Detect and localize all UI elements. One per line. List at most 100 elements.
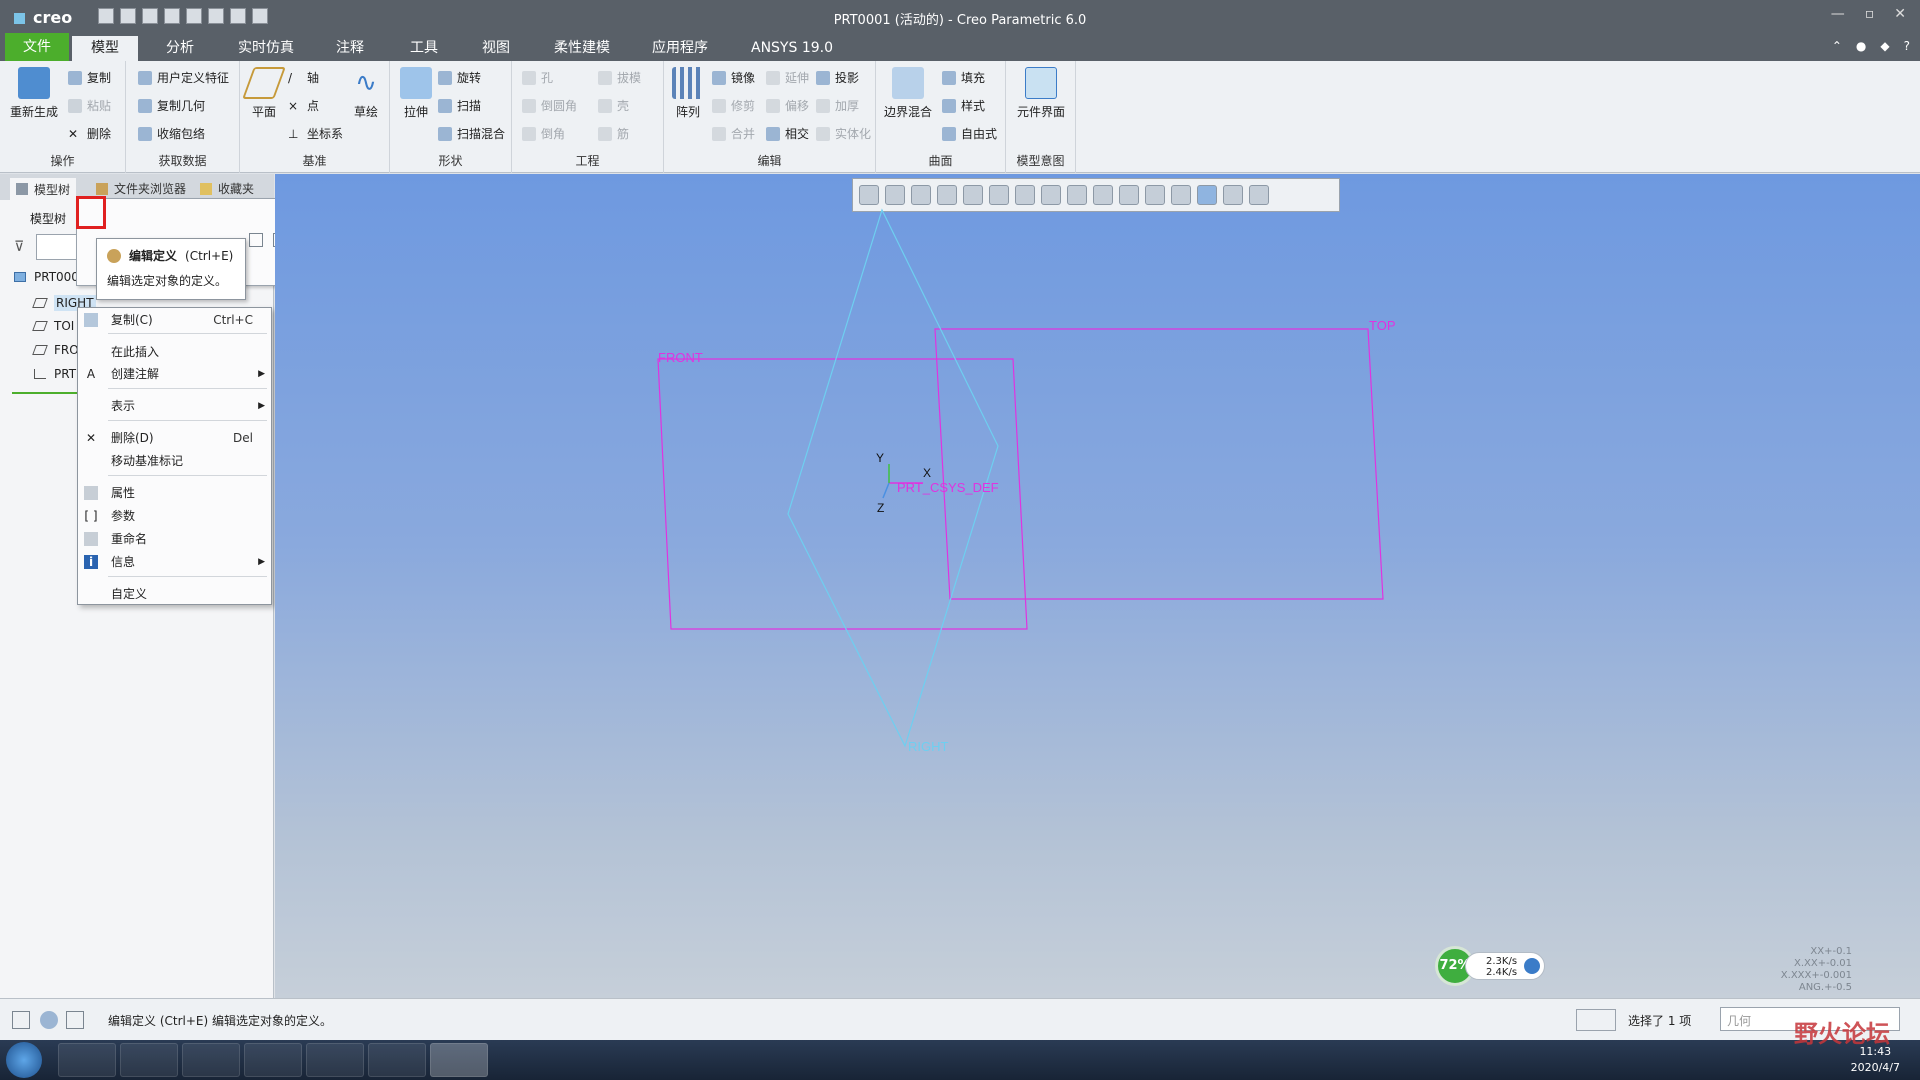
component-interface-button[interactable]: 元件界面 <box>1012 67 1070 120</box>
style-button[interactable]: 样式 <box>942 97 985 114</box>
menu-copy[interactable]: 复制(C) Ctrl+C <box>78 310 271 330</box>
tree-item-part[interactable]: PRT000 <box>14 270 79 284</box>
menu-insert-here[interactable]: 在此插入 <box>78 342 271 362</box>
csys-label[interactable]: PRT_CSYS_DEF <box>897 480 999 495</box>
group-label[interactable]: 模型意图 <box>1006 152 1075 169</box>
paste-button[interactable]: 粘贴 <box>68 97 111 114</box>
menu-create-annotation[interactable]: A 创建注解 ▶ <box>78 364 271 384</box>
group-label[interactable]: 形状 <box>390 152 511 169</box>
plane-button[interactable]: 平面 <box>242 67 286 120</box>
delete-button[interactable]: ✕ 删除 <box>68 125 111 142</box>
plus-icon[interactable] <box>1524 958 1540 974</box>
tab-file[interactable]: 文件 <box>5 33 69 61</box>
creo-taskbar-icon[interactable] <box>430 1043 488 1077</box>
navigator-toggle-icon[interactable] <box>12 1011 30 1029</box>
tab-annotate[interactable]: 注释 <box>322 36 378 61</box>
copy-geometry-button[interactable]: 复制几何 <box>138 97 205 114</box>
tab-favorites[interactable]: 收藏夹 <box>200 180 254 197</box>
tab-applications[interactable]: 应用程序 <box>640 36 720 61</box>
tab-flexible[interactable]: 柔性建模 <box>544 36 620 61</box>
tab-view[interactable]: 视图 <box>468 36 524 61</box>
group-label[interactable]: 曲面 <box>876 152 1005 169</box>
menu-delete[interactable]: ✕ 删除(D) Del <box>78 428 271 448</box>
point-button[interactable]: × 点 <box>288 97 319 114</box>
group-label[interactable]: 基准 <box>240 152 389 169</box>
group-label[interactable]: 编辑 <box>664 152 875 169</box>
close-button[interactable]: ✕ <box>1894 6 1906 22</box>
learning-icon[interactable]: ◆ <box>1880 39 1889 53</box>
hole-button[interactable]: 孔 <box>522 69 553 86</box>
extrude-button[interactable]: 拉伸 <box>396 67 436 120</box>
round-button[interactable]: 倒圆角 <box>522 97 577 114</box>
acrobat-taskbar-icon[interactable] <box>368 1043 426 1077</box>
right-plane[interactable] <box>787 208 999 748</box>
rib-button[interactable]: 筋 <box>598 125 629 142</box>
menu-parameters[interactable]: [ ] 参数 <box>78 506 271 526</box>
boundary-blend-button[interactable]: 边界混合 <box>880 67 936 120</box>
wechat-taskbar-icon[interactable] <box>244 1043 302 1077</box>
group-label[interactable]: 操作 <box>0 152 125 169</box>
group-label[interactable]: 获取数据 <box>126 152 239 169</box>
project-button[interactable]: 投影 <box>816 69 859 86</box>
tab-ansys[interactable]: ANSYS 19.0 <box>744 36 840 61</box>
tab-folder-browser[interactable]: 文件夹浏览器 <box>96 180 186 197</box>
solidify-button[interactable]: 实体化 <box>816 125 871 142</box>
pattern-button[interactable]: 阵列 <box>670 67 706 120</box>
shrinkwrap-button[interactable]: 收缩包络 <box>138 125 205 142</box>
csys-button[interactable]: ⊥ 坐标系 <box>288 125 343 142</box>
shell-button[interactable]: 壳 <box>598 97 629 114</box>
graphics-window[interactable]: TOP FRONT RIGHT PRT_CSYS_DEF X Y Z 72% 2… <box>275 174 1920 998</box>
swept-blend-button[interactable]: 扫描混合 <box>438 125 505 142</box>
mirror-button[interactable]: 镜像 <box>712 69 755 86</box>
udf-button[interactable]: 用户定义特征 <box>138 69 229 86</box>
tree-item-top[interactable]: TOI <box>32 319 74 333</box>
explorer-taskbar-icon[interactable] <box>120 1043 178 1077</box>
tree-item-csys[interactable]: PRT <box>34 367 76 381</box>
help-icon[interactable]: ? <box>1904 39 1910 53</box>
menu-display[interactable]: 表示 ▶ <box>78 396 271 416</box>
fill-button[interactable]: 填充 <box>942 69 985 86</box>
menu-move-datum-tag[interactable]: 移动基准标记 <box>78 451 271 471</box>
revolve-button[interactable]: 旋转 <box>438 69 481 86</box>
offset-button[interactable]: 偏移 <box>766 97 809 114</box>
regenerate-button[interactable]: 重新生成 <box>8 67 60 120</box>
menu-customize[interactable]: 自定义 <box>78 584 271 604</box>
tab-model[interactable]: 模型 <box>72 36 138 61</box>
menu-info[interactable]: i 信息 ▶ <box>78 552 271 572</box>
merge-button[interactable]: 合并 <box>712 125 755 142</box>
minimize-button[interactable]: — <box>1831 6 1845 22</box>
collapse-ribbon-icon[interactable]: ⌃ <box>1832 39 1842 53</box>
view-icon[interactable] <box>249 233 263 247</box>
axis-button[interactable]: / 轴 <box>288 69 319 86</box>
copy-button[interactable]: 复制 <box>68 69 111 86</box>
word-taskbar-icon[interactable] <box>306 1043 364 1077</box>
tree-item-front[interactable]: FRO <box>32 343 79 357</box>
top-label[interactable]: TOP <box>1369 318 1396 333</box>
insert-marker[interactable] <box>12 392 82 394</box>
draft-button[interactable]: 拔模 <box>598 69 641 86</box>
autocad-taskbar-icon[interactable] <box>182 1043 240 1077</box>
browser-toggle-icon[interactable] <box>40 1011 58 1029</box>
sketch-button[interactable]: ∿ 草绘 <box>346 67 386 120</box>
tab-model-tree[interactable]: 模型树 <box>10 178 77 200</box>
find-icon[interactable] <box>1576 1009 1616 1031</box>
chamfer-button[interactable]: 倒角 <box>522 125 565 142</box>
extend-button[interactable]: 延伸 <box>766 69 809 86</box>
trim-button[interactable]: 修剪 <box>712 97 755 114</box>
sweep-button[interactable]: 扫描 <box>438 97 481 114</box>
filter-icon[interactable]: ⊽ <box>14 239 24 255</box>
menu-properties[interactable]: 属性 <box>78 483 271 503</box>
menu-rename[interactable]: 重命名 <box>78 529 271 549</box>
intersect-button[interactable]: 相交 <box>766 125 809 142</box>
right-label[interactable]: RIGHT <box>908 739 948 754</box>
freestyle-button[interactable]: 自由式 <box>942 125 997 142</box>
firefox-taskbar-icon[interactable] <box>58 1043 116 1077</box>
maximize-button[interactable]: ▫ <box>1865 6 1875 22</box>
network-monitor[interactable]: 72% 2.3K/s 2.4K/s <box>1435 946 1548 986</box>
top-plane[interactable] <box>934 328 1384 600</box>
tab-analysis[interactable]: 分析 <box>152 36 208 61</box>
fullscreen-icon[interactable] <box>66 1011 84 1029</box>
thicken-button[interactable]: 加厚 <box>816 97 859 114</box>
tab-simulation[interactable]: 实时仿真 <box>228 36 304 61</box>
edit-definition-highlight[interactable] <box>76 196 106 229</box>
